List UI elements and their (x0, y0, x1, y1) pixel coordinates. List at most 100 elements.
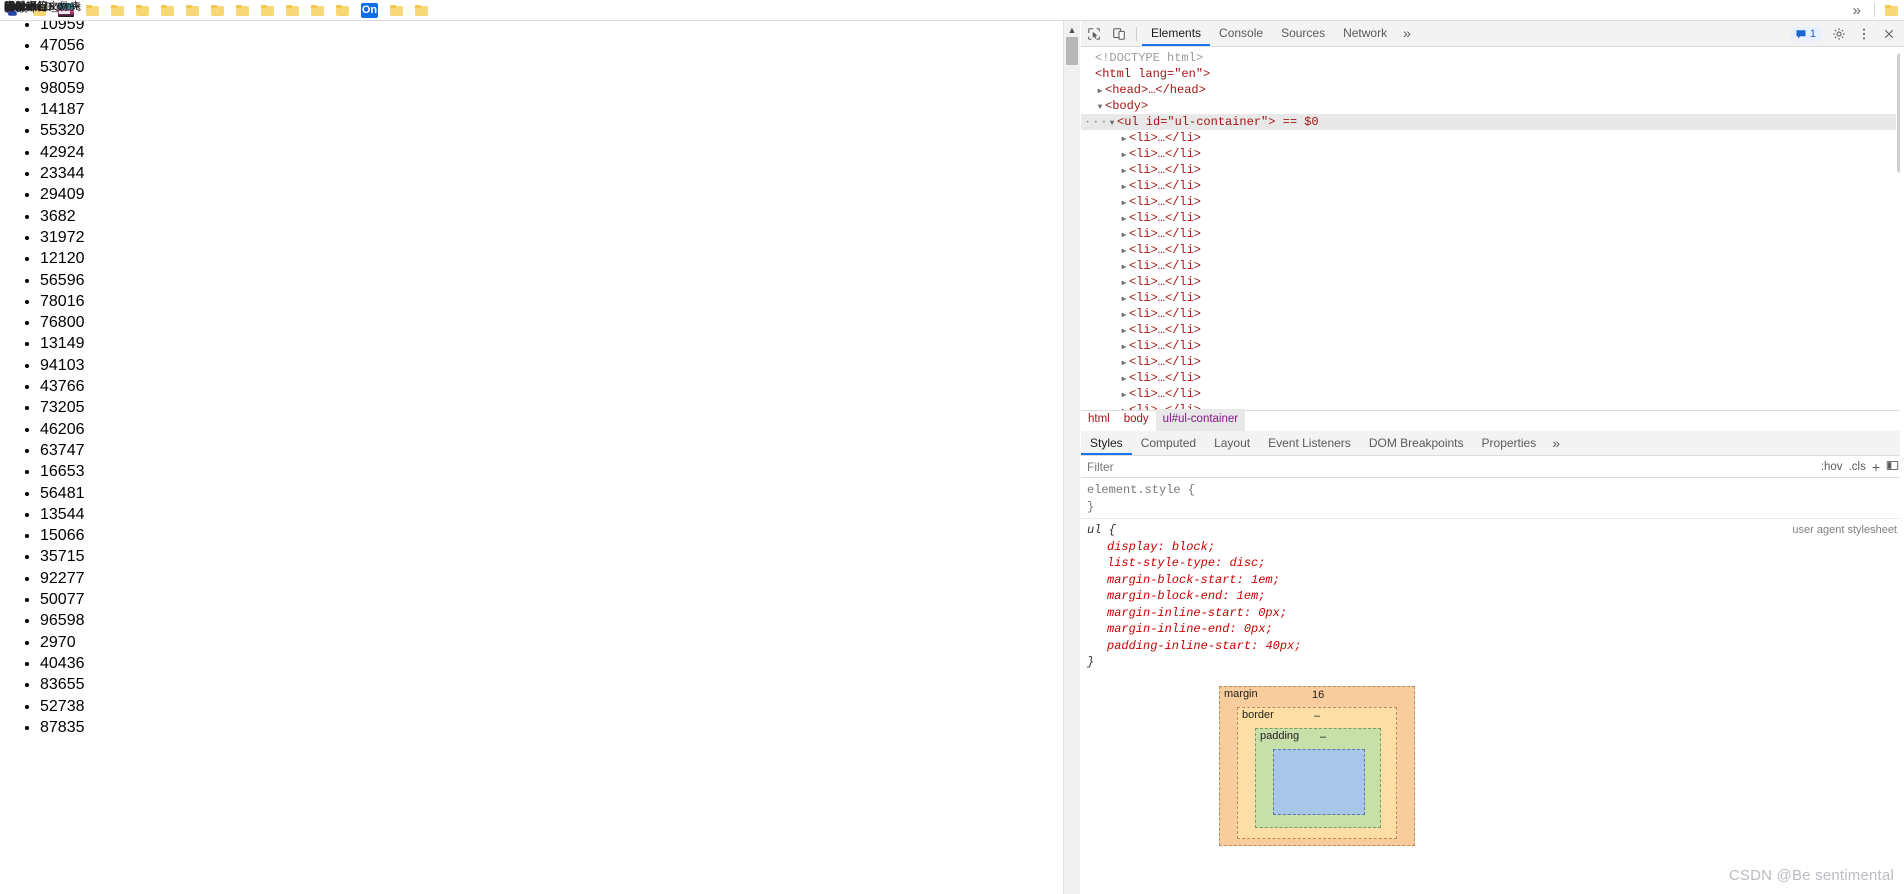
breadcrumb-item-html[interactable]: html (1081, 409, 1117, 433)
bookmark-folder-flutter[interactable]: Flutter (4, 0, 305, 20)
dom-row-li[interactable]: ▶<li>…</li> (1081, 354, 1904, 370)
tab-layout[interactable]: Layout (1205, 431, 1259, 455)
bookmark-folder-common-api[interactable]: 常用api (4, 0, 280, 20)
list-item: 46206 (40, 419, 1062, 440)
dom-row-body[interactable]: ▼ <body> (1081, 98, 1904, 114)
bookmark-processon[interactable]: On ProcessOn (4, 0, 384, 20)
scroll-up-arrow-icon[interactable]: ▲ (1064, 23, 1080, 37)
dom-text: <li>…</li> (1129, 275, 1202, 289)
gear-icon[interactable] (1826, 22, 1851, 46)
more-tabs-chevron-icon[interactable]: » (1396, 21, 1418, 46)
dom-row-li[interactable]: ▶<li>…</li> (1081, 290, 1904, 306)
tab-sources[interactable]: Sources (1272, 21, 1334, 46)
dom-row-li[interactable]: ▶<li>…</li> (1081, 226, 1904, 242)
tab-computed[interactable]: Computed (1132, 431, 1205, 455)
dom-row-li[interactable]: ▶<li>…</li> (1081, 338, 1904, 354)
more-options-icon[interactable] (1851, 22, 1876, 46)
dom-text: <li>…</li> (1129, 387, 1202, 401)
dom-text: <li>…</li> (1129, 323, 1202, 337)
dom-row-li[interactable]: ▶<li>…</li> (1081, 386, 1904, 402)
breadcrumb-item-ul-container[interactable]: ul#ul-container (1155, 409, 1246, 433)
bookmark-folder-others[interactable]: others (4, 0, 205, 20)
bookmark-folder-temp-project[interactable]: 临时项目文件夹 (4, 0, 355, 20)
page-vertical-scrollbar[interactable]: ▲ (1063, 21, 1080, 894)
dom-row-li[interactable]: ▶<li>…</li> (1081, 322, 1904, 338)
list-item: 63747 (40, 440, 1062, 461)
box-model-border-top-value[interactable]: – (1314, 710, 1320, 722)
bookmark-folder-finance[interactable]: 理财 (4, 0, 409, 20)
dom-row-li[interactable]: ▶<li>…</li> (1081, 178, 1904, 194)
bookmark-folder-git[interactable]: git (4, 0, 155, 20)
css-declaration[interactable]: margin-block-end: 1em; (1087, 588, 1904, 605)
tab-dom-breakpoints[interactable]: DOM Breakpoints (1360, 431, 1473, 455)
devtools-panel: Elements Console Sources Network » 1 <!D… (1063, 21, 1904, 894)
issues-badge[interactable]: 1 (1790, 26, 1822, 41)
list-item: 31972 (40, 227, 1062, 248)
bookmark-folder-chouzhou-work[interactable]: chouzhou_work (4, 0, 330, 20)
box-model-margin[interactable]: margin 16 border – padding – (1219, 686, 1415, 846)
dom-row-li[interactable]: ▶<li>…</li> (1081, 194, 1904, 210)
inspect-element-icon[interactable] (1081, 22, 1106, 46)
list-item: 23344 (40, 163, 1062, 184)
css-declaration[interactable]: display: block; (1087, 539, 1904, 556)
css-rule-ul[interactable]: user agent stylesheet ul { display: bloc… (1081, 519, 1904, 669)
bookmark-folder-react[interactable]: react (4, 0, 105, 20)
bookmark-folder-blog[interactable]: blog (4, 0, 230, 20)
dom-row-li[interactable]: ▶<li>…</li> (1081, 242, 1904, 258)
dom-row-li[interactable]: ▶<li>…</li> (1081, 274, 1904, 290)
breadcrumb-item-body[interactable]: body (1117, 409, 1156, 433)
css-rule-element-style[interactable]: element.style { } (1081, 479, 1904, 519)
styles-more-tabs-chevron-icon[interactable]: » (1545, 431, 1567, 456)
decl-prop: margin-inline-start (1107, 605, 1244, 620)
hov-toggle[interactable]: :hov (1821, 461, 1843, 473)
dom-row-li[interactable]: ▶<li>…</li> (1081, 258, 1904, 274)
box-model-padding[interactable]: padding – (1255, 728, 1381, 828)
bookmark-other-bookmarks[interactable]: 其他书签 (4, 0, 1904, 20)
dom-row-html[interactable]: <html lang="en"> (1081, 66, 1904, 82)
dom-text: <li>…</li> (1129, 163, 1202, 177)
bookmark-folder-study[interactable]: study (4, 0, 255, 20)
tab-styles[interactable]: Styles (1081, 431, 1132, 455)
css-declaration[interactable]: margin-inline-end: 0px; (1087, 621, 1904, 638)
list-item: 56481 (40, 483, 1062, 504)
tab-network[interactable]: Network (1334, 21, 1396, 46)
dom-row-li[interactable]: ▶<li>…</li> (1081, 306, 1904, 322)
styles-filter-input[interactable] (1081, 457, 1821, 477)
folder-icon (86, 4, 99, 16)
tab-elements[interactable]: Elements (1142, 21, 1211, 46)
dom-row-li[interactable]: ▶<li>…</li> (1081, 162, 1904, 178)
dom-row-doctype[interactable]: <!DOCTYPE html> (1081, 50, 1904, 66)
scrollbar-thumb[interactable] (1066, 37, 1078, 65)
folder-icon (311, 4, 324, 16)
tab-event-listeners[interactable]: Event Listeners (1259, 431, 1360, 455)
bookmark-folder-api[interactable]: api (4, 0, 180, 20)
css-declaration[interactable]: padding-inline-start: 40px; (1087, 638, 1904, 655)
css-declaration[interactable]: list-style-type: disc; (1087, 555, 1904, 572)
folder-icon (261, 4, 274, 16)
cls-toggle[interactable]: .cls (1849, 461, 1866, 473)
bookmarks-overflow-chevron-icon[interactable]: » (1844, 3, 1870, 18)
box-model-content[interactable] (1273, 749, 1365, 815)
dom-row-li[interactable]: ▶<li>…</li> (1081, 146, 1904, 162)
close-icon[interactable] (1876, 22, 1901, 46)
element-state-icon[interactable] (1886, 459, 1899, 475)
dom-row-li[interactable]: ▶<li>…</li> (1081, 210, 1904, 226)
dom-tree[interactable]: <!DOCTYPE html> <html lang="en"> ▶ <head>… (1081, 47, 1904, 416)
css-declaration[interactable]: margin-inline-start: 0px; (1087, 605, 1904, 622)
dom-row-head[interactable]: ▶ <head>…</head> (1081, 82, 1904, 98)
css-declaration[interactable]: margin-block-start: 1em; (1087, 572, 1904, 589)
box-model-padding-top-value[interactable]: – (1320, 731, 1326, 743)
dom-row-li[interactable]: ▶<li>…</li> (1081, 370, 1904, 386)
box-model-border[interactable]: border – padding – (1237, 707, 1397, 839)
bookmark-folder-mobile-bank[interactable]: 手机银行6.0 (4, 0, 434, 20)
tab-console[interactable]: Console (1210, 21, 1272, 46)
dom-row-ul-container[interactable]: ··· ▼ <ul id="ul-container"> == $0 (1081, 114, 1904, 130)
dom-row-ellipsis-icon[interactable]: ··· (1084, 114, 1109, 130)
new-style-rule-icon[interactable]: + (1872, 459, 1880, 475)
tab-properties[interactable]: Properties (1473, 431, 1546, 455)
list-item: 87835 (40, 717, 1062, 738)
device-toolbar-icon[interactable] (1106, 22, 1131, 46)
dom-row-li[interactable]: ▶<li>…</li> (1081, 130, 1904, 146)
box-model-margin-top-value[interactable]: 16 (1312, 689, 1324, 701)
bookmark-folder-echarts[interactable]: Echarts (4, 0, 130, 20)
